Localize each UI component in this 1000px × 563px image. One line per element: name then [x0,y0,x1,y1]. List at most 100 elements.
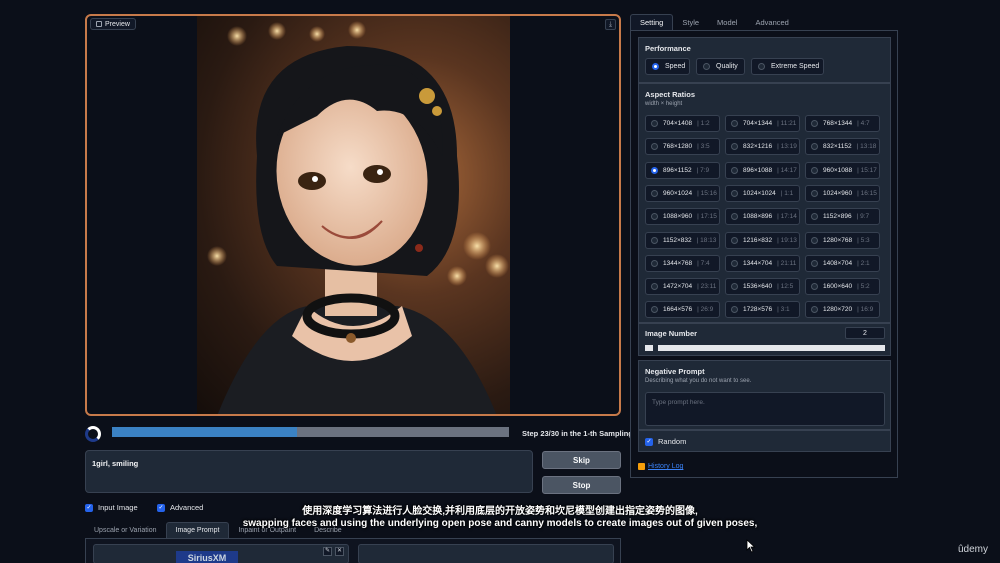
skip-button[interactable]: Skip [542,451,621,469]
image-icon [96,21,102,27]
edit-icon[interactable]: ✎ [323,547,332,556]
performance-speed-label: Speed [665,63,686,70]
aspect-ratio-option[interactable]: 768×1344 | 4:7 [805,115,880,132]
aspect-ratio-option[interactable]: 1664×576 | 26:9 [645,301,720,319]
aspect-ratio-option[interactable]: 1600×640 | 5:2 [805,278,880,296]
aspect-ratio-option[interactable]: 1088×896 | 17:14 [725,208,800,226]
aspect-ratio-size: 1024×960 [823,189,853,197]
aspect-ratio-option[interactable]: 1536×640 | 12:5 [725,278,800,296]
aspect-ratio-ratio: | 16:15 [857,189,877,197]
aspect-ratio-size: 768×1344 [823,120,853,127]
aspect-ratio-ratio: | 5:2 [857,283,870,291]
download-icon[interactable]: ⤓ [605,19,616,30]
aspect-ratio-size: 960×1088 [823,166,853,174]
aspect-ratio-option[interactable]: 1728×576 | 3:1 [725,301,800,319]
aspect-ratios-subtitle: width × height [645,101,683,107]
image-prompt-slot-2[interactable] [358,544,614,563]
aspect-ratio-option[interactable]: 1472×704 | 23:11 [645,278,720,296]
tab-advanced[interactable]: Advanced [746,14,797,30]
image-number-input[interactable]: 2 [845,327,885,339]
progress-bar [112,427,509,437]
aspect-ratio-option[interactable]: 1024×960 | 16:15 [805,184,880,202]
aspect-ratio-option[interactable]: 1344×768 | 7:4 [645,254,720,272]
aspect-ratio-ratio: | 13:19 [777,143,797,151]
aspect-ratio-ratio: | 17:15 [697,213,717,221]
aspect-ratios-card: Aspect Ratios width × height 704×1408 | 1… [638,83,891,323]
radio-icon [758,63,765,70]
tab-model[interactable]: Model [708,14,746,30]
aspect-ratio-option[interactable]: 1216×832 | 19:13 [725,231,800,249]
aspect-ratio-size: 896×1088 [743,166,773,174]
radio-icon [651,283,658,291]
aspect-ratio-option[interactable]: 832×1216 | 13:19 [725,138,800,156]
progress-bar-fill [112,427,298,437]
mouse-cursor-icon [746,539,756,553]
radio-icon [811,166,818,174]
radio-icon [811,236,818,244]
aspect-ratio-ratio: | 17:14 [777,213,797,221]
aspect-ratio-option[interactable]: 960×1088 | 15:17 [805,161,880,179]
tab-setting[interactable]: Setting [630,14,674,30]
aspect-ratio-size: 832×1216 [743,143,773,151]
aspect-ratio-option[interactable]: 960×1024 | 15:16 [645,184,720,202]
radio-icon [731,143,738,151]
aspect-ratio-option[interactable]: 1280×768 | 5:3 [805,231,880,249]
aspect-ratio-option[interactable]: 768×1280 | 3:5 [645,138,720,156]
settings-tabs: Setting Style Model Advanced [630,14,798,30]
close-icon[interactable]: ✕ [335,547,344,556]
image-number-slider[interactable] [658,345,885,351]
radio-icon [811,143,818,151]
aspect-ratio-ratio: | 23:11 [697,283,717,291]
aspect-ratio-size: 1536×640 [743,283,773,291]
performance-speed[interactable]: Speed [645,58,690,75]
random-checkbox[interactable]: ✓ Random [645,437,686,446]
aspect-ratio-ratio: | 1:1 [780,189,794,197]
negative-prompt-input[interactable]: Type prompt here. [645,392,885,426]
aspect-ratio-option[interactable]: 1152×896 | 9:7 [805,208,880,226]
image-prompt-slot-1[interactable]: SiriusXM ✎ ✕ [93,544,349,563]
aspect-ratio-size: 960×1024 [663,189,693,197]
aspect-ratio-ratio: | 16:9 [857,306,874,314]
history-log-link[interactable]: History Log [638,463,683,470]
aspect-ratio-option[interactable]: 1024×1024 | 1:1 [725,184,800,202]
random-label: Random [658,437,687,446]
radio-icon [731,283,738,291]
radio-icon [651,306,658,314]
aspect-ratio-option[interactable]: 704×1408 | 1:2 [645,115,720,132]
aspect-ratio-option[interactable]: 1408×704 | 2:1 [805,254,880,272]
radio-icon [731,213,738,221]
aspect-ratio-option[interactable]: 704×1344 | 11:21 [725,115,800,132]
aspect-ratio-option[interactable]: 896×1088 | 14:17 [725,161,800,179]
aspect-ratio-option[interactable]: 832×1152 | 13:18 [805,138,880,156]
preview-label-text: Preview [105,20,130,28]
performance-quality[interactable]: Quality [696,58,745,75]
aspect-ratio-option[interactable]: 1344×704 | 21:11 [725,254,800,272]
aspect-ratio-size: 1280×720 [823,306,853,314]
aspect-ratio-size: 1472×704 [663,283,693,291]
aspect-ratio-size: 832×1152 [823,143,852,151]
radio-icon [651,236,658,244]
performance-extreme-speed[interactable]: Extreme Speed [751,58,824,75]
tab-style[interactable]: Style [673,14,708,30]
radio-icon [731,189,738,197]
aspect-ratio-option[interactable]: 1088×960 | 17:15 [645,208,720,226]
radio-icon [731,236,738,244]
aspect-ratio-ratio: | 19:13 [777,236,797,244]
aspect-ratio-option[interactable]: 1280×720 | 16:9 [805,301,880,319]
performance-extreme-speed-label: Extreme Speed [771,63,820,70]
radio-icon [651,213,658,221]
app-window: Preview ⤓ Step 23/30 in the 1-th Samplin… [0,0,1000,563]
stop-button[interactable]: Stop [542,476,621,494]
udemy-watermark: ûdemy [958,544,989,555]
preview-image [197,16,510,414]
aspect-ratio-size: 1024×1024 [743,189,776,197]
prompt-input[interactable]: 1girl, smiling [85,450,533,493]
history-icon [638,463,645,470]
aspect-ratio-option[interactable]: 896×1152 | 7:9 [645,161,720,179]
image-number-slider-handle[interactable] [645,345,653,351]
aspect-ratio-ratio: | 15:16 [697,189,717,197]
aspect-ratio-size: 1088×896 [743,213,773,221]
aspect-ratio-size: 704×1408 [663,120,693,127]
aspect-ratio-option[interactable]: 1152×832 | 18:13 [645,231,720,249]
aspect-ratio-size: 1088×960 [663,213,693,221]
